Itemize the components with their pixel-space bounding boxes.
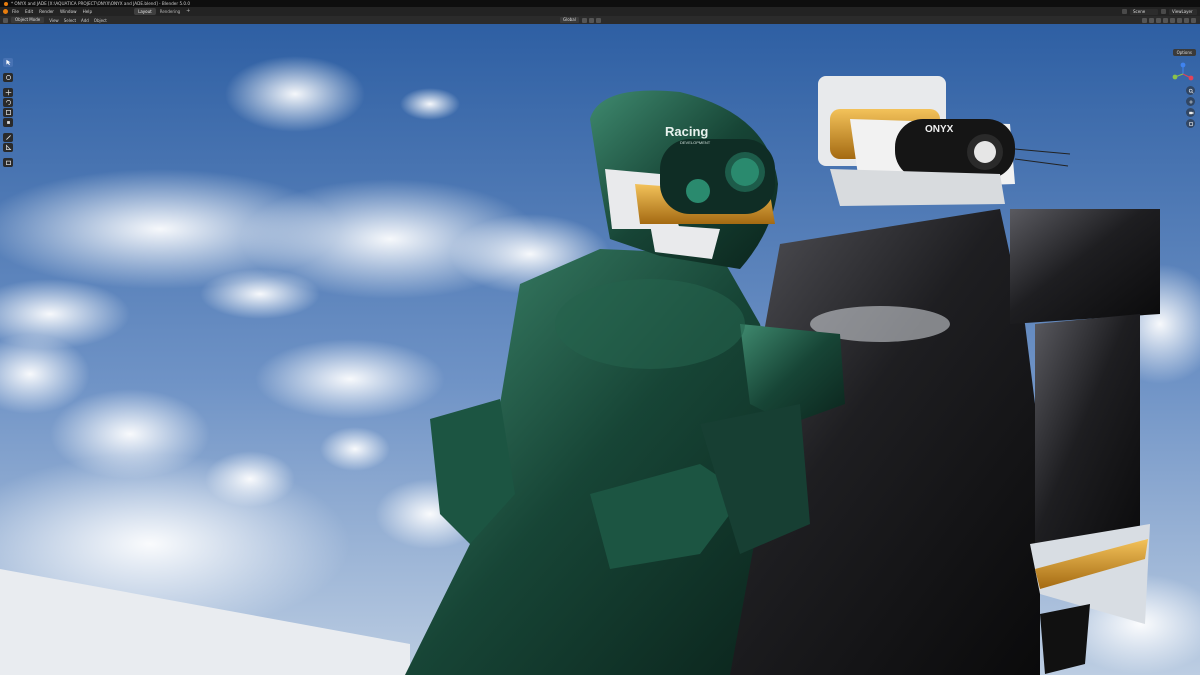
gizmo-toggle-icon[interactable]	[1149, 17, 1154, 23]
menu-file[interactable]: File	[12, 9, 19, 14]
shading-material-icon[interactable]	[1184, 17, 1189, 23]
perspective-toggle-button[interactable]	[1186, 119, 1195, 128]
pivot-icon[interactable]	[581, 17, 587, 23]
pan-button[interactable]	[1186, 97, 1195, 106]
cursor-tool[interactable]	[3, 73, 13, 82]
jade-helmet-logo-sub: DEVELOPMENT	[680, 140, 711, 145]
tab-layout[interactable]: Layout	[134, 8, 156, 15]
3d-viewport[interactable]: ONYX Racing DEVELOPMENT Options	[0, 24, 1200, 675]
annotate-icon	[5, 135, 11, 140]
gizmo-z-axis	[1180, 62, 1186, 68]
move-icon	[5, 89, 11, 96]
window-titlebar: * ONYX and JADE [X:\AQUATICA PROJECT\ONY…	[0, 0, 1200, 7]
view-layer-selector[interactable]: ViewLayer	[1169, 8, 1197, 15]
shading-rendered-icon[interactable]	[1191, 17, 1196, 23]
add-workspace-button[interactable]: +	[186, 8, 190, 15]
viewport-header: Object Mode View Select Add Object Globa…	[0, 16, 1200, 24]
xray-icon[interactable]	[1163, 17, 1168, 23]
onyx-helmet-logo: ONYX	[925, 124, 954, 135]
navigation-buttons	[1186, 86, 1195, 128]
orientation-selector[interactable]: Global	[560, 17, 579, 23]
transform-icon	[6, 121, 10, 124]
zoom-button[interactable]	[1186, 86, 1195, 95]
menu-select[interactable]: Select	[64, 18, 76, 23]
overlay-toggle-icon[interactable]	[1156, 17, 1161, 23]
camera-view-button[interactable]	[1186, 108, 1195, 117]
options-dropdown[interactable]: Options	[1172, 49, 1196, 56]
gizmo-x-axis	[1188, 75, 1194, 81]
select-box-icon	[5, 59, 11, 66]
rotate-icon	[5, 100, 11, 105]
measure-icon	[5, 144, 11, 150]
camera-view-icon	[1188, 111, 1193, 114]
menu-help[interactable]: Help	[83, 9, 93, 14]
workspace-tabs: Layout Rendering +	[134, 8, 190, 15]
jade-helmet-logo: Racing	[665, 124, 708, 139]
tool-shelf	[3, 58, 13, 167]
editor-type-icon[interactable]	[3, 17, 8, 23]
scene-icon	[1122, 9, 1127, 14]
menu-add[interactable]: Add	[81, 18, 89, 23]
menu-render[interactable]: Render	[39, 9, 54, 14]
annotate-tool[interactable]	[3, 133, 13, 142]
shading-solid-icon[interactable]	[1177, 17, 1182, 23]
transform-settings: Global	[560, 16, 603, 24]
select-box-tool[interactable]	[3, 58, 13, 67]
visibility-icon[interactable]	[1142, 17, 1147, 23]
menu-object[interactable]: Object	[94, 18, 107, 23]
window-title: * ONYX and JADE [X:\AQUATICA PROJECT\ONY…	[11, 1, 191, 6]
snap-icon[interactable]	[588, 17, 594, 23]
view-layer-icon	[1161, 9, 1166, 14]
scale-tool[interactable]	[3, 108, 13, 117]
menu-view[interactable]: View	[49, 18, 59, 23]
gizmo-y-axis	[1172, 74, 1178, 80]
transform-tool[interactable]	[3, 118, 13, 127]
menu-window[interactable]: Window	[60, 9, 77, 14]
tab-rendering[interactable]: Rendering	[156, 8, 184, 15]
shading-wireframe-icon[interactable]	[1170, 17, 1175, 23]
rendered-scene: ONYX Racing DEVELOPMENT	[0, 24, 1200, 675]
scene-selector[interactable]: Scene	[1130, 8, 1158, 15]
navigation-gizmo[interactable]	[1172, 62, 1194, 86]
measure-tool[interactable]	[3, 143, 13, 152]
perspective-toggle-icon	[1188, 121, 1193, 126]
blender-logo-icon[interactable]	[3, 9, 8, 14]
mode-selector[interactable]: Object Mode	[11, 17, 45, 23]
shading-controls	[1140, 16, 1196, 24]
proportional-edit-icon[interactable]	[595, 17, 601, 23]
blender-app-icon	[4, 1, 8, 6]
move-tool[interactable]	[3, 88, 13, 97]
menu-edit[interactable]: Edit	[25, 9, 33, 14]
zoom-icon	[1188, 88, 1194, 94]
scene-selectors: Scene ViewLayer	[1122, 7, 1200, 16]
pan-icon	[1188, 99, 1193, 104]
rotate-tool[interactable]	[3, 98, 13, 107]
add-cube-tool[interactable]	[3, 158, 13, 167]
scale-icon	[5, 110, 11, 115]
cursor-icon	[5, 75, 11, 80]
add-cube-icon	[5, 160, 11, 165]
